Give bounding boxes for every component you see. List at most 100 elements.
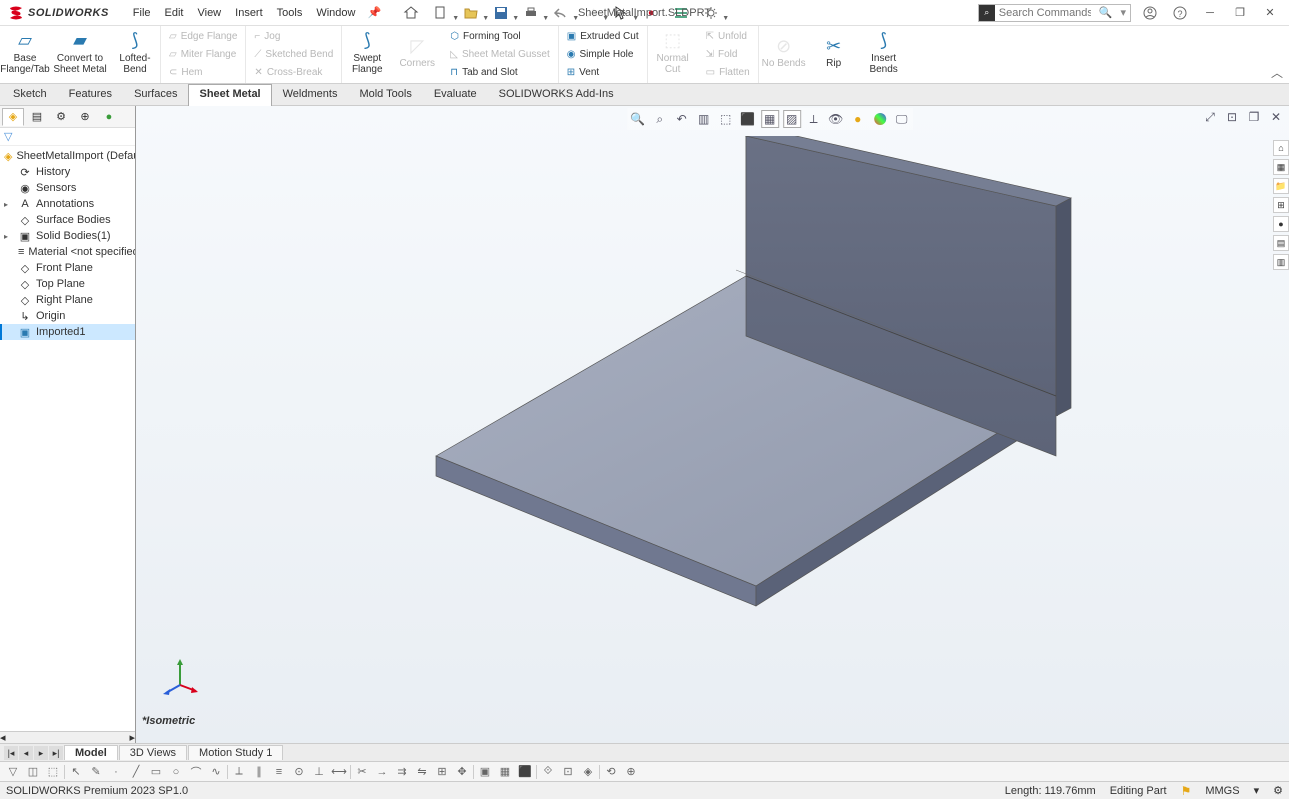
previous-view-icon[interactable]: ↶ xyxy=(673,110,691,128)
tab-features[interactable]: Features xyxy=(58,84,123,105)
pattern-tool[interactable]: ⊞ xyxy=(433,764,451,780)
search-commands[interactable]: ⌕ 🔍 ▾ xyxy=(978,4,1131,22)
tab-mold-tools[interactable]: Mold Tools xyxy=(348,84,422,105)
tree-right-plane[interactable]: ◇Right Plane xyxy=(0,292,135,308)
display-manager-tab[interactable]: ● xyxy=(98,108,120,126)
graphics-area[interactable]: 🔍 ⌕ ↶ ▥ ⬚ ⬛ ▦ ▨ ⟂ 👁 ● 🖵 ⤢ ⊡ ❐ ✕ ⌂ ▦ 📁 ⊞ … xyxy=(136,106,1289,743)
panel-scroll[interactable]: ◂▸ xyxy=(0,731,135,743)
taskpane-custom-properties-icon[interactable]: ▥ xyxy=(1273,254,1289,270)
tab-scroll-prev[interactable]: ◂ xyxy=(19,746,33,760)
filter-bar[interactable]: ▽ xyxy=(0,128,135,146)
relation-tool-5[interactable]: ⊥ xyxy=(310,764,328,780)
open-button[interactable]: ▼ xyxy=(459,3,483,23)
menu-file[interactable]: File xyxy=(127,5,157,21)
view-screen-icon[interactable]: 🖵 xyxy=(893,110,911,128)
save-button[interactable]: ▼ xyxy=(489,3,513,23)
flatten-button[interactable]: ▭Flatten xyxy=(702,64,754,81)
tree-root[interactable]: ◈SheetMetalImport (Default) < xyxy=(0,148,135,164)
convert-sheetmetal-button[interactable]: ▰Convert to Sheet Metal xyxy=(50,26,110,80)
close-button[interactable]: ✕ xyxy=(1259,3,1281,23)
bottom-tab-model[interactable]: Model xyxy=(64,745,118,760)
tab-evaluate[interactable]: Evaluate xyxy=(423,84,488,105)
taskpane-home-icon[interactable]: ⌂ xyxy=(1273,140,1289,156)
point-tool[interactable]: · xyxy=(107,764,125,780)
relation-tool-1[interactable]: ⟂ xyxy=(230,764,248,780)
status-units[interactable]: MMGS xyxy=(1205,785,1239,797)
tab-addins[interactable]: SOLIDWORKS Add-Ins xyxy=(488,84,625,105)
sketch-tool-5[interactable]: ✎ xyxy=(87,764,105,780)
tab-surfaces[interactable]: Surfaces xyxy=(123,84,188,105)
tree-surface-bodies[interactable]: ◇Surface Bodies xyxy=(0,212,135,228)
viewport-minimize-icon[interactable]: ⊡ xyxy=(1223,108,1241,126)
bottom-tab-3dviews[interactable]: 3D Views xyxy=(119,745,187,760)
tree-sensors[interactable]: ◉Sensors xyxy=(0,180,135,196)
menu-insert[interactable]: Insert xyxy=(229,5,269,21)
tree-history[interactable]: ⟳History xyxy=(0,164,135,180)
tree-material[interactable]: ≡Material <not specified> xyxy=(0,244,135,260)
menu-window[interactable]: Window xyxy=(310,5,361,21)
help-button[interactable]: ? xyxy=(1169,3,1191,23)
normal-cut-button[interactable]: ⬚Normal Cut xyxy=(648,26,698,80)
tree-origin[interactable]: ↳Origin xyxy=(0,308,135,324)
configuration-tab[interactable]: ⚙ xyxy=(50,108,72,126)
pin-icon[interactable]: 📌 xyxy=(367,6,381,19)
rip-button[interactable]: ✂Rip xyxy=(809,26,859,80)
block-tool-1[interactable]: ▣ xyxy=(476,764,494,780)
tree-front-plane[interactable]: ◇Front Plane xyxy=(0,260,135,276)
edit-appearance-icon[interactable]: ● xyxy=(849,110,867,128)
viewport-maximize-icon[interactable]: ❐ xyxy=(1245,108,1263,126)
status-rebuild-icon[interactable]: ⚑ xyxy=(1181,784,1192,798)
dynamic-annotation-icon[interactable]: ⬚ xyxy=(717,110,735,128)
unfold-button[interactable]: ⇱Unfold xyxy=(702,28,754,45)
no-bends-button[interactable]: ⊘No Bends xyxy=(759,26,809,80)
search-input[interactable] xyxy=(995,7,1095,19)
extend-tool[interactable]: → xyxy=(373,764,391,780)
tree-imported1[interactable]: ▣Imported1 xyxy=(0,324,135,340)
taskpane-file-explorer-icon[interactable]: ⊞ xyxy=(1273,197,1289,213)
print-button[interactable]: ▼ xyxy=(519,3,543,23)
collapse-ribbon-icon[interactable]: ︿ xyxy=(1271,64,1283,81)
restore-button[interactable]: ❐ xyxy=(1229,3,1251,23)
tab-slot-button[interactable]: ⊓Tab and Slot xyxy=(446,64,554,81)
tab-scroll-next[interactable]: ▸ xyxy=(34,746,48,760)
line-tool[interactable]: ╱ xyxy=(127,764,145,780)
section-view-icon[interactable]: ▥ xyxy=(695,110,713,128)
tree-annotations[interactable]: ▸AAnnotations xyxy=(0,196,135,212)
jog-button[interactable]: ⌐Jog xyxy=(250,28,337,45)
tree-solid-bodies[interactable]: ▸▣Solid Bodies(1) xyxy=(0,228,135,244)
status-customize-icon[interactable]: ⚙ xyxy=(1273,784,1283,797)
orthographic-icon[interactable]: ⟂ xyxy=(805,110,823,128)
property-manager-tab[interactable]: ▤ xyxy=(26,108,48,126)
menu-tools[interactable]: Tools xyxy=(271,5,309,21)
offset-tool[interactable]: ⇉ xyxy=(393,764,411,780)
minimize-button[interactable]: ─ xyxy=(1199,3,1221,23)
insert-bends-button[interactable]: ⟆Insert Bends xyxy=(859,26,909,80)
new-button[interactable]: ▼ xyxy=(429,3,453,23)
viewport-link-icon[interactable]: ⤢ xyxy=(1201,108,1219,126)
taskpane-resources-icon[interactable]: ▦ xyxy=(1273,159,1289,175)
viewport-close-icon[interactable]: ✕ xyxy=(1267,108,1285,126)
search-dropdown-icon[interactable]: ▾ xyxy=(1116,6,1130,19)
misc-tool-1[interactable]: ⟐ xyxy=(539,764,557,780)
circle-tool[interactable]: ○ xyxy=(167,764,185,780)
lofted-bend-button[interactable]: ⟆Lofted-Bend xyxy=(110,26,160,80)
spline-tool[interactable]: ∿ xyxy=(207,764,225,780)
sketch-tool-3[interactable]: ⬚ xyxy=(44,764,62,780)
edge-flange-button[interactable]: ▱Edge Flange xyxy=(165,28,241,45)
hem-button[interactable]: ⊂Hem xyxy=(165,64,241,81)
taskpane-design-library-icon[interactable]: 📁 xyxy=(1273,178,1289,194)
taskpane-appearances-icon[interactable]: ▤ xyxy=(1273,235,1289,251)
block-tool-2[interactable]: ▦ xyxy=(496,764,514,780)
tab-sheet-metal[interactable]: Sheet Metal xyxy=(188,84,271,106)
misc-tool-3[interactable]: ◈ xyxy=(579,764,597,780)
undo-button[interactable]: ▼ xyxy=(549,3,573,23)
arc-tool[interactable]: ⌒ xyxy=(187,764,205,780)
status-units-dropdown-icon[interactable]: ▾ xyxy=(1254,784,1260,797)
vent-button[interactable]: ⊞Vent xyxy=(563,64,643,81)
search-glass-icon[interactable]: 🔍 xyxy=(1095,6,1117,19)
forming-tool-button[interactable]: ⬡Forming Tool xyxy=(446,28,554,45)
tree-top-plane[interactable]: ◇Top Plane xyxy=(0,276,135,292)
orientation-triad-icon[interactable] xyxy=(160,655,200,695)
bottom-tab-motion[interactable]: Motion Study 1 xyxy=(188,745,283,760)
apply-scene-icon[interactable] xyxy=(871,110,889,128)
